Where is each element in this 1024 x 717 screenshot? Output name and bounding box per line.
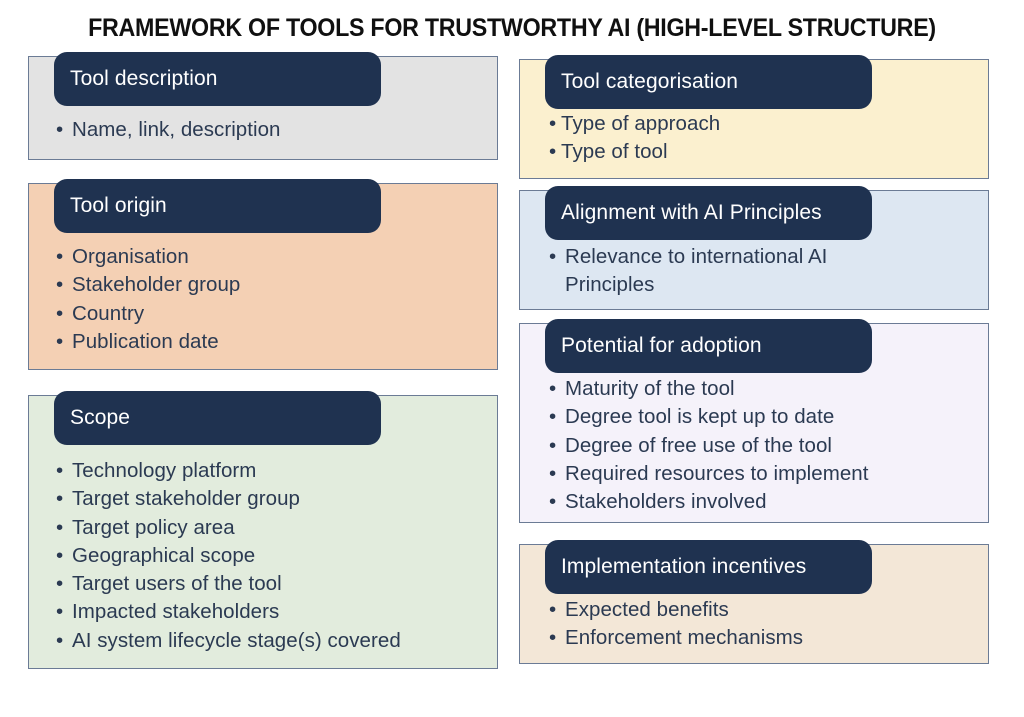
bullet-icon: •	[56, 600, 64, 624]
list-item-label: AI system lifecycle stage(s) covered	[72, 628, 401, 652]
list-item-label: Impacted stakeholders	[72, 600, 280, 624]
list-item-label: Name, link, description	[72, 118, 281, 141]
bullet-icon: •	[549, 245, 557, 268]
list-item-label: Target stakeholder group	[72, 487, 300, 511]
list-item: • Target stakeholder group	[56, 485, 486, 513]
card-body-tool-description: • Name, link, description	[56, 116, 486, 144]
bullet-icon: •	[56, 329, 64, 353]
list-item: • Target policy area	[56, 514, 486, 542]
card-header-label: Alignment with AI Principles	[561, 201, 822, 224]
list-item: • Degree tool is kept up to date	[549, 403, 979, 431]
list-item: • Required resources to implement	[549, 460, 979, 488]
card-body-implementation-incentives: • Expected benefits • Enforcement mechan…	[549, 596, 979, 653]
card-header-label: Tool description	[70, 67, 218, 90]
card-header-potential-for-adoption[interactable]: Potential for adoption	[545, 319, 872, 373]
card-body-alignment-with-ai-principles: • Relevance to international AI Principl…	[549, 243, 899, 300]
bullet-icon: •	[549, 461, 557, 485]
card-header-label: Scope	[70, 406, 131, 429]
card-body-potential-for-adoption: • Maturity of the tool • Degree tool is …	[549, 375, 979, 516]
card-header-label: Potential for adoption	[561, 334, 762, 357]
card-header-tool-description[interactable]: Tool description	[54, 52, 381, 106]
bullet-icon: •	[56, 301, 64, 325]
list-item-label: Technology platform	[72, 459, 257, 482]
list-item: • Target users of the tool	[56, 570, 486, 598]
bullet-icon: •	[549, 112, 557, 135]
list-item-label: Target users of the tool	[72, 572, 282, 596]
bullet-icon: •	[549, 598, 557, 621]
card-header-tool-origin[interactable]: Tool origin	[54, 179, 381, 233]
list-item: • Stakeholder group	[56, 271, 486, 299]
bullet-icon: •	[56, 572, 64, 596]
list-item: • Publication date	[56, 328, 486, 356]
list-item: • Name, link, description	[56, 116, 486, 144]
card-header-alignment-with-ai-principles[interactable]: Alignment with AI Principles	[545, 186, 872, 240]
list-item: • Enforcement mechanisms	[549, 624, 979, 652]
list-item-label: Required resources to implement	[565, 461, 869, 485]
card-header-label: Implementation incentives	[561, 555, 807, 578]
list-item-label: Stakeholder group	[72, 273, 241, 297]
list-item-label: Expected benefits	[565, 598, 729, 621]
list-item: • Degree of free use of the tool	[549, 432, 979, 460]
list-item: • Organisation	[56, 243, 486, 271]
bullet-icon: •	[56, 118, 64, 141]
list-item-label: Maturity of the tool	[565, 377, 735, 400]
list-item-label: Enforcement mechanisms	[565, 626, 804, 650]
list-item: • Relevance to international AI Principl…	[549, 243, 899, 300]
list-item: • Impacted stakeholders	[56, 598, 486, 626]
list-item: • Stakeholders involved	[549, 488, 979, 516]
bullet-icon: •	[56, 515, 64, 539]
list-item-label: Relevance to international AI Principles	[565, 245, 828, 297]
card-body-tool-origin: • Organisation • Stakeholder group • Cou…	[56, 243, 486, 356]
page-title: FRAMEWORK OF TOOLS FOR TRUSTWORTHY AI (H…	[88, 14, 936, 42]
list-item-label: Type of approach	[561, 112, 721, 135]
card-header-tool-categorisation[interactable]: Tool categorisation	[545, 55, 872, 109]
list-item: • Technology platform	[56, 457, 486, 485]
list-item-label: Country	[72, 301, 145, 325]
list-item: • Geographical scope	[56, 542, 486, 570]
card-body-scope: • Technology platform • Target stakehold…	[56, 457, 486, 655]
bullet-icon: •	[549, 377, 557, 400]
list-item: • Maturity of the tool	[549, 375, 979, 403]
list-item-label: Organisation	[72, 245, 189, 268]
card-header-implementation-incentives[interactable]: Implementation incentives	[545, 540, 872, 594]
list-item: • AI system lifecycle stage(s) covered	[56, 627, 486, 655]
list-item-label: Degree tool is kept up to date	[565, 405, 835, 429]
list-item: • Expected benefits	[549, 596, 979, 624]
bullet-icon: •	[56, 245, 64, 268]
list-item: • Type of tool	[549, 138, 979, 166]
bullet-icon: •	[549, 433, 557, 457]
list-item-label: Publication date	[72, 329, 219, 353]
bullet-icon: •	[56, 628, 64, 652]
bullet-icon: •	[549, 140, 557, 164]
card-header-label: Tool origin	[70, 194, 167, 217]
bullet-icon: •	[549, 490, 557, 514]
card-header-scope[interactable]: Scope	[54, 391, 381, 445]
bullet-icon: •	[549, 626, 557, 650]
list-item: • Type of approach	[549, 110, 979, 138]
bullet-icon: •	[56, 487, 64, 511]
bullet-icon: •	[56, 543, 64, 567]
list-item-label: Stakeholders involved	[565, 490, 767, 514]
card-body-tool-categorisation: • Type of approach • Type of tool	[549, 110, 979, 167]
card-header-label: Tool categorisation	[561, 70, 739, 93]
bullet-icon: •	[56, 459, 64, 482]
list-item-label: Target policy area	[72, 515, 235, 539]
bullet-icon: •	[549, 405, 557, 429]
list-item: • Country	[56, 300, 486, 328]
list-item-label: Degree of free use of the tool	[565, 433, 833, 457]
list-item-label: Type of tool	[561, 140, 668, 164]
bullet-icon: •	[56, 273, 64, 297]
list-item-label: Geographical scope	[72, 543, 256, 567]
